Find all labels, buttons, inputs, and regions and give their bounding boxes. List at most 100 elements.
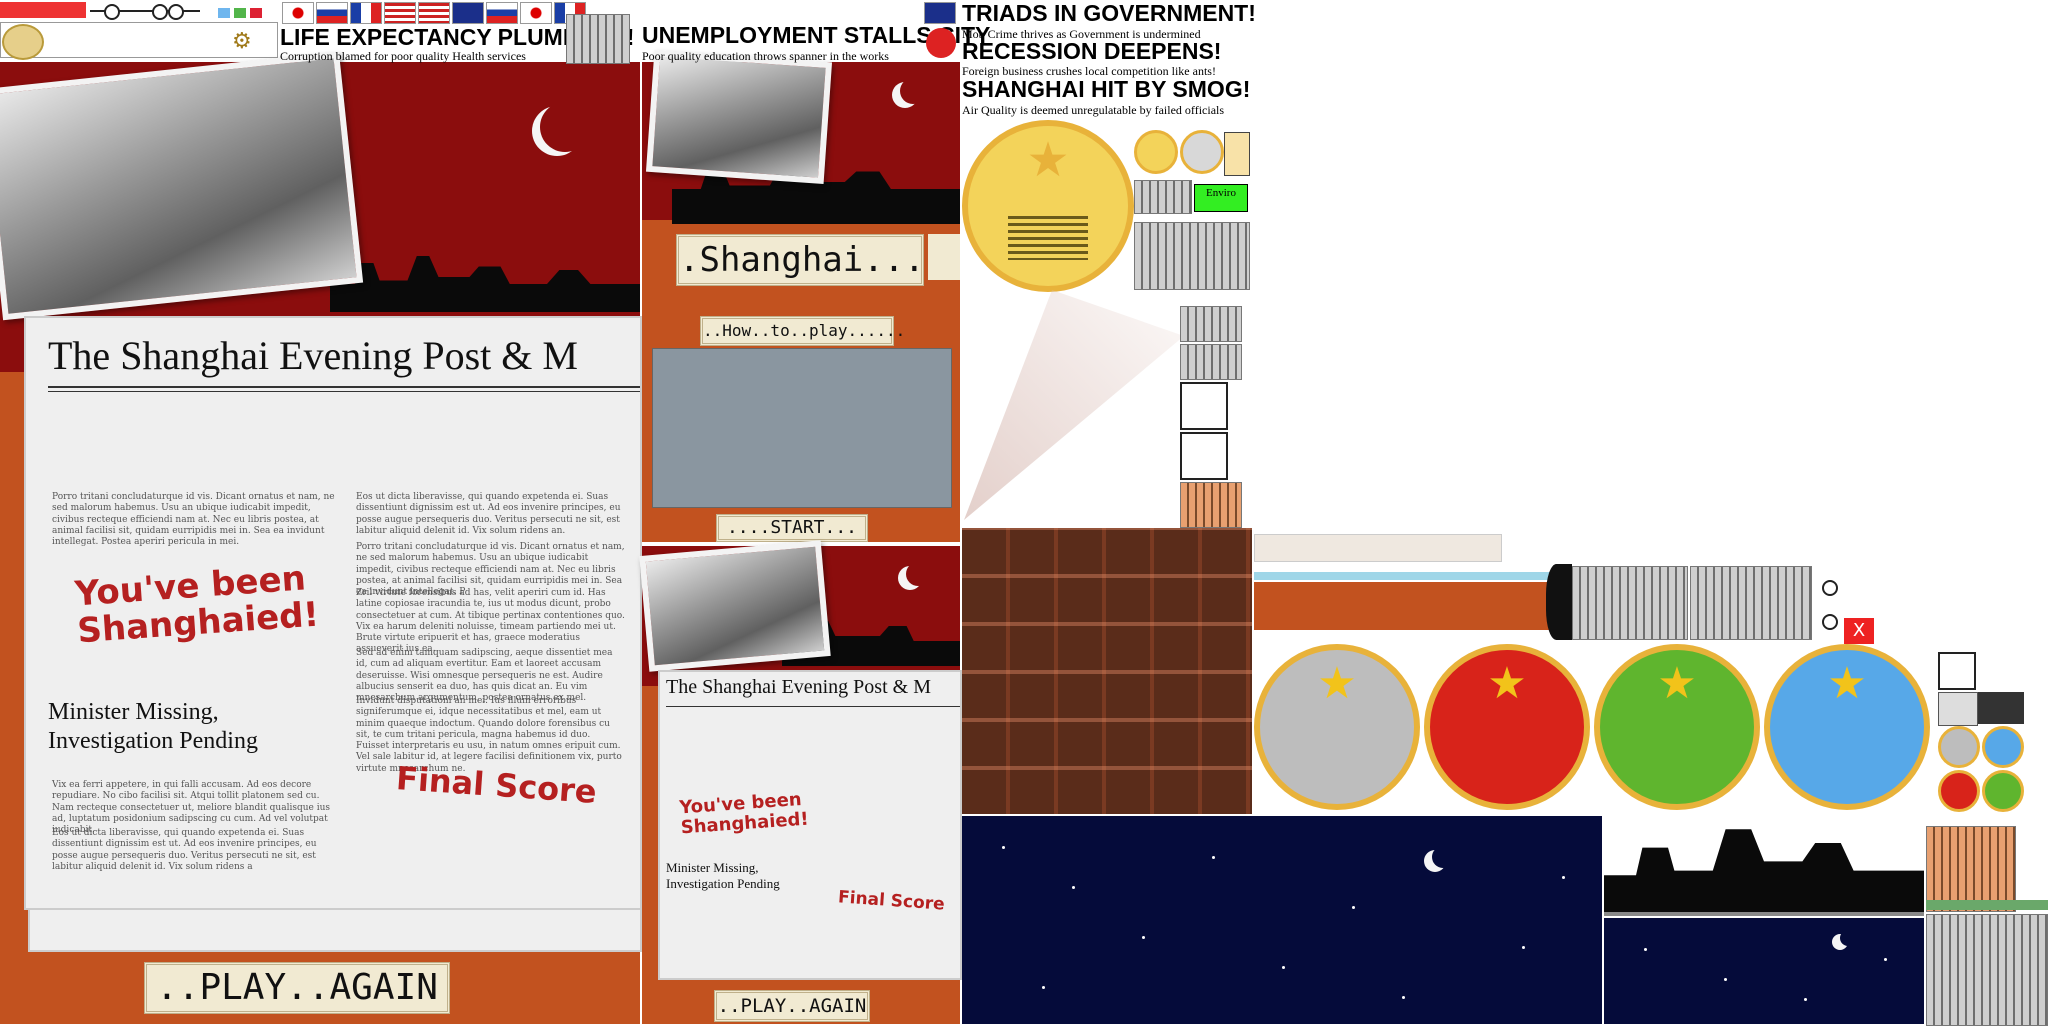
slider-knob-icon[interactable] [1822,614,1838,630]
headline-small: Minister Missing, Investigation Pending [666,860,780,891]
red-medal-small-icon [1938,770,1980,812]
headline-line: Investigation Pending [666,875,780,891]
star-dot [1562,876,1565,879]
china-emblem-icon [926,28,956,58]
slider-knob-icon[interactable] [168,4,184,20]
star-dot [1142,936,1145,939]
clocktower-building-icon [1926,914,2048,1026]
night-sky-large [962,816,1602,1024]
tiananmen-icon [1008,216,1088,260]
harbour-photo-small [639,540,831,672]
bicycle-icon: ⚙ [232,28,252,53]
map-grid [962,528,1252,814]
play-again-button[interactable]: ..PLAY..AGAIN [144,962,450,1014]
masthead-rule [48,386,640,388]
shanghaied-stamp-small: You've been Shanghaied! [679,789,810,838]
green-ledge [1926,900,2048,910]
newspaper-small: The Shanghai Evening Post & M You've bee… [660,672,960,978]
moon-icon [540,102,590,152]
star-dot [1042,986,1045,989]
headline-triads: TRIADS IN GOVERNMENT! [962,0,1256,26]
headline-line: Minister Missing, [48,699,219,725]
progress-bar-red [0,2,86,18]
shanghai-title-button[interactable]: .Shanghai... [676,234,925,286]
officials-photo [645,49,833,185]
star-icon: ★ [1827,659,1867,708]
star-dot [1804,998,1807,1001]
mansion-icon [1690,566,1812,640]
usa-flag-icon [418,2,450,24]
empty-slot[interactable] [1938,652,1976,690]
subline-life-expectancy: Corruption blamed for poor quality Healt… [280,49,526,63]
play-again-small-button[interactable]: ..PLAY..AGAIN [714,990,870,1022]
chip-green [234,8,246,18]
status-bar-blank [1254,534,1502,562]
masthead-rule [48,391,640,392]
article-text: Eos ut dicta liberavisse, qui quando exp… [356,492,621,536]
city-skyline-large [1604,829,1924,912]
subline-unemployment: Poor quality education throws spanner in… [642,49,889,63]
building-icon [1180,344,1242,380]
gold-medal-icon: ★ [962,120,1134,292]
article-text: Zril virtute forensibus ad has, velit ap… [356,588,625,655]
star-icon: ★ [1487,659,1527,708]
building-icon [1180,306,1242,342]
title-button-tab [928,234,960,280]
star-dot [1282,966,1285,969]
star-icon: ★ [1317,659,1357,708]
headline-line: Investigation Pending [48,727,258,754]
slider-knob-icon[interactable] [1822,580,1838,596]
newspaper-masthead-small: The Shanghai Evening Post & M [666,676,931,698]
close-button[interactable]: X [1844,618,1874,644]
chip-red [250,8,262,18]
courthouse-icon [1134,222,1250,290]
empty-slot[interactable] [1180,382,1228,430]
empty-slot[interactable] [1180,432,1228,480]
slider-knob-icon[interactable] [152,4,168,20]
night-sky-small [1604,918,1924,1024]
star-dot [1402,996,1405,999]
star-dot [1072,886,1075,889]
headline-smog: SHANGHAI HIT BY SMOG! [962,76,1251,102]
star-dot [1352,906,1355,909]
moon-icon [1840,930,1856,946]
slider-knob-icon[interactable] [104,4,120,20]
russia-flag-icon [486,2,518,24]
status-bar-cap [1546,564,1572,640]
status-bar-orange [1254,582,1554,630]
status-bar-blue [1254,572,1554,580]
subline-smog: Air Quality is deemed unregulatable by f… [962,103,1225,117]
instructions-panel [652,348,952,508]
how-to-play-button[interactable]: ..How..to..play...... [700,316,905,346]
moon-icon [900,78,926,104]
blue-medal-small-icon [1982,726,2024,768]
star-icon: ★ [1026,134,1070,187]
green-medal-icon: ★ [1594,644,1760,810]
skyline-ledge [1604,912,1924,916]
star-dot [1522,946,1525,949]
masthead-rule [666,706,960,707]
headline: Minister Missing, Investigation Pending [48,698,258,756]
harbour-photo [0,51,364,321]
newspaper-masthead: The Shanghai Evening Post & M [48,333,578,378]
star-dot [1724,978,1727,981]
star-dot [1002,846,1005,849]
japan-flag-icon [520,2,552,24]
star-icon: ★ [1657,659,1697,708]
building-icon [566,14,630,64]
spy-icon [1938,692,1978,726]
start-button[interactable]: ....START... [716,514,868,542]
article-text: Porro tritani concludaturque id vis. Dic… [52,492,335,547]
headline-line: Minister Missing, [666,860,759,875]
headline-recession: RECESSION DEEPENS! [962,38,1222,64]
newspaper-icon [1978,692,2024,724]
usa-flag-icon [384,2,416,24]
russia-flag-icon [316,2,348,24]
article-text: Eos ut dicta liberavisse, qui quando exp… [52,828,317,872]
france-flag-icon [350,2,382,24]
blue-medal-icon: ★ [1764,644,1930,810]
enviro-button[interactable]: Enviro [1194,184,1248,212]
newspaper: The Shanghai Evening Post & M Porro trit… [26,318,640,908]
yellow-card [1224,132,1250,176]
building-icon [1180,482,1242,528]
